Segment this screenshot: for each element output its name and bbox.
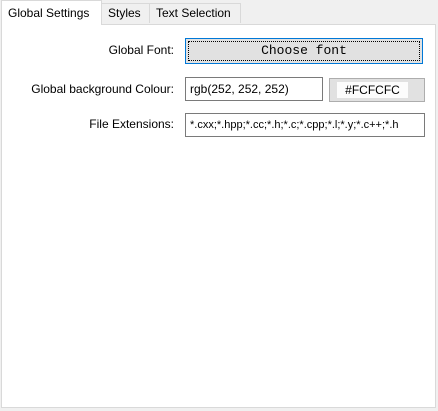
tab-bar: Global Settings Styles Text Selection [0,0,438,25]
file-extensions-label: File Extensions: [89,117,174,131]
background-colour-label: Global background Colour: [31,82,174,96]
file-extensions-input[interactable]: *.cxx;*.hpp;*.cc;*.h;*.c;*.cpp;*.l;*.y;*… [185,113,425,137]
choose-font-button-label: Choose font [188,41,420,61]
settings-window: Global Settings Styles Text Selection Gl… [0,0,438,411]
colour-swatch: #FCFCFC [337,82,408,98]
background-colour-input[interactable]: rgb(252, 252, 252) [185,77,323,101]
tab-global-settings[interactable]: Global Settings [1,0,102,25]
background-colour-button[interactable]: #FCFCFC [329,78,425,102]
global-settings-panel: Global Font: Choose font Global backgrou… [1,24,436,408]
global-font-label: Global Font: [108,43,174,57]
choose-font-button[interactable]: Choose font [185,38,423,64]
tab-text-selection[interactable]: Text Selection [149,3,241,23]
tab-styles[interactable]: Styles [101,3,150,23]
